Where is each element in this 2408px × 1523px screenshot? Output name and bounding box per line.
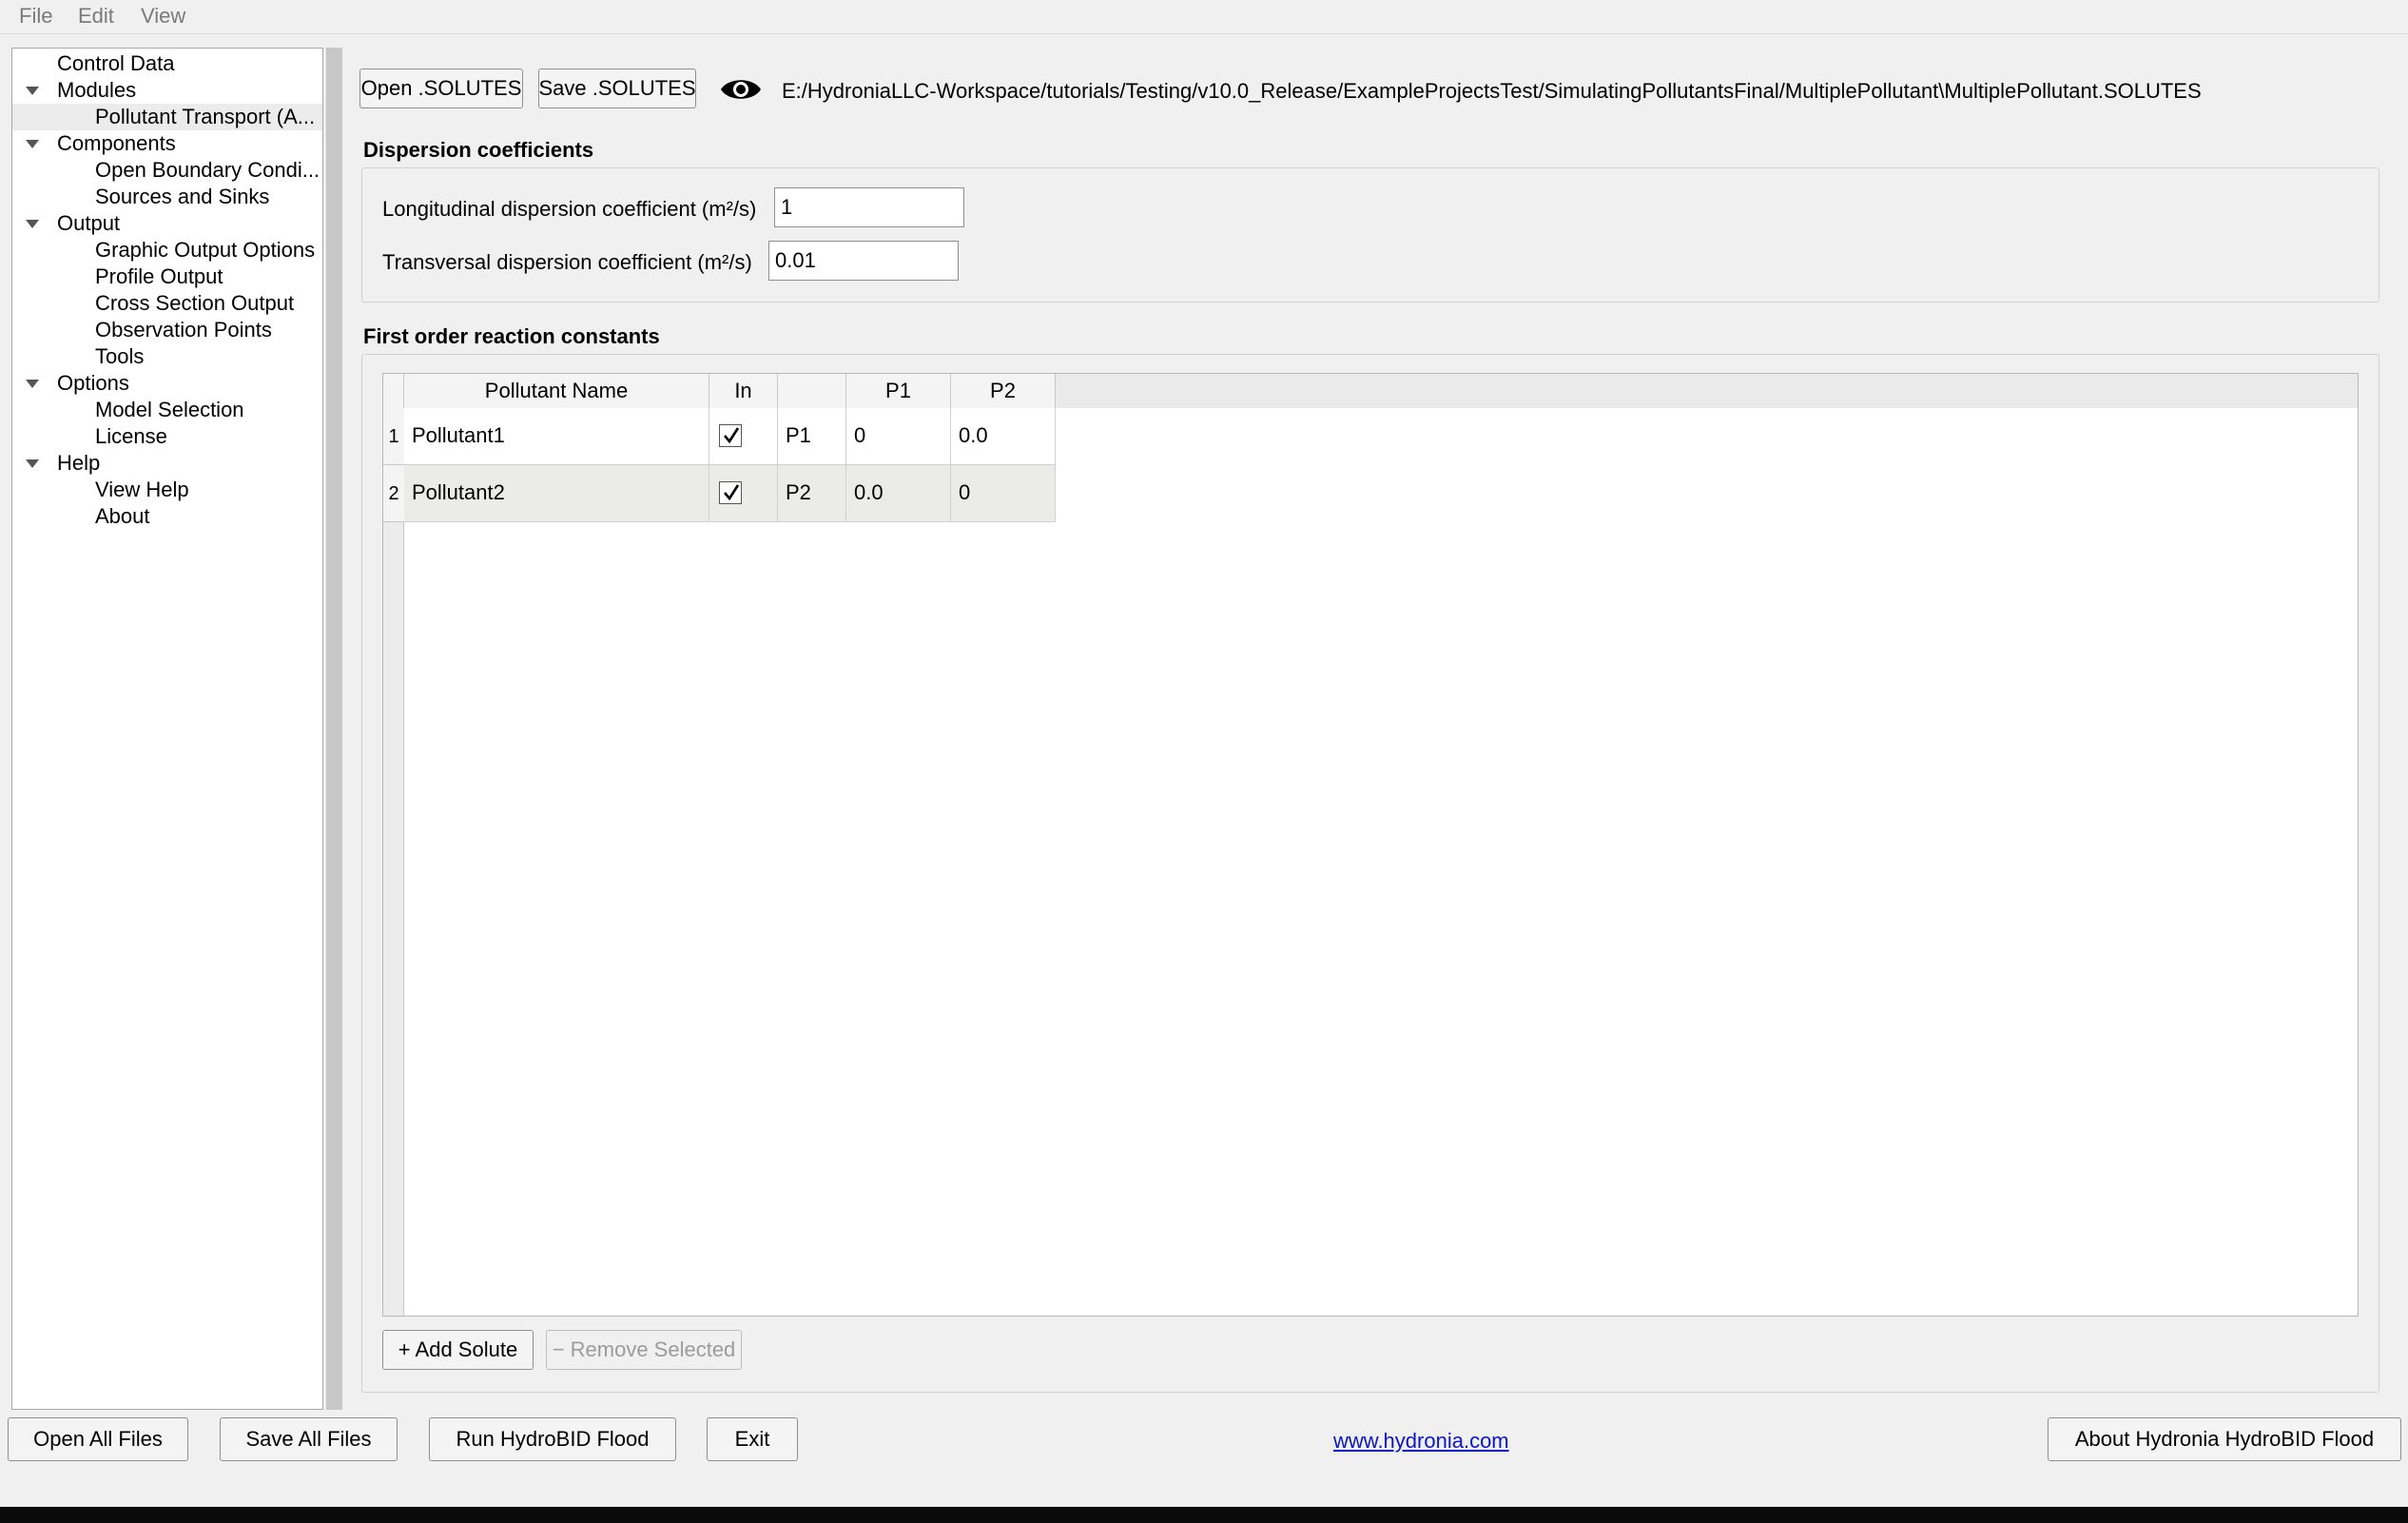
tree-item-options[interactable]: Options bbox=[12, 370, 322, 397]
tree-item-pollutant-transport[interactable]: Pollutant Transport (A... bbox=[12, 104, 322, 130]
dispersion-group: Longitudinal dispersion coefficient (m²/… bbox=[361, 167, 2379, 303]
column-header-in[interactable]: In bbox=[709, 374, 778, 408]
chevron-down-icon[interactable] bbox=[26, 140, 39, 148]
checkmark-icon bbox=[724, 484, 740, 501]
panel-splitter[interactable] bbox=[325, 48, 342, 1410]
transversal-input[interactable] bbox=[768, 241, 959, 281]
save-all-files-button[interactable]: Save All Files bbox=[220, 1417, 398, 1461]
tree-item-model-selection[interactable]: Model Selection bbox=[12, 397, 322, 423]
tree-item-profile-output[interactable]: Profile Output bbox=[12, 264, 322, 290]
chevron-down-icon[interactable] bbox=[26, 380, 39, 388]
column-header-code[interactable] bbox=[778, 374, 846, 408]
save-solutes-button[interactable]: Save .SOLUTES bbox=[538, 68, 696, 108]
tree-item-observation-points[interactable]: Observation Points bbox=[12, 317, 322, 343]
p1-cell[interactable]: 0 bbox=[846, 408, 951, 465]
longitudinal-input[interactable] bbox=[774, 187, 964, 227]
tree-item-view-help[interactable]: View Help bbox=[12, 477, 322, 503]
pollutant-name-cell[interactable]: Pollutant2 bbox=[404, 465, 709, 522]
tree-item-control-data[interactable]: Control Data bbox=[12, 50, 322, 77]
menu-file[interactable]: File bbox=[19, 4, 52, 29]
corner-header bbox=[383, 374, 404, 408]
reactions-section-title: First order reaction constants bbox=[363, 324, 660, 348]
tree-item-about[interactable]: About bbox=[12, 503, 322, 530]
chevron-down-icon[interactable] bbox=[26, 459, 39, 468]
tree-item-open-boundary[interactable]: Open Boundary Condi... bbox=[12, 157, 322, 184]
code-cell[interactable]: P2 bbox=[778, 465, 846, 522]
tree-item-components[interactable]: Components bbox=[12, 130, 322, 157]
menu-edit[interactable]: Edit bbox=[78, 4, 114, 29]
row-header-gutter bbox=[383, 408, 404, 1316]
remove-selected-button[interactable]: − Remove Selected bbox=[546, 1330, 742, 1370]
reactions-table: Pollutant Name In P1 P2 1 Pollutant1 P1 … bbox=[382, 373, 2359, 1317]
add-solute-button[interactable]: + Add Solute bbox=[382, 1330, 534, 1370]
in-checkbox[interactable] bbox=[719, 481, 742, 504]
row-number[interactable]: 2 bbox=[383, 465, 404, 522]
tree-item-tools[interactable]: Tools bbox=[12, 343, 322, 370]
about-hydrobid-flood-button[interactable]: About Hydronia HydroBID Flood bbox=[2048, 1417, 2401, 1461]
chevron-down-icon[interactable] bbox=[26, 87, 39, 95]
dispersion-section-title: Dispersion coefficients bbox=[363, 138, 594, 162]
open-all-files-button[interactable]: Open All Files bbox=[8, 1417, 188, 1461]
menu-bar: File Edit View bbox=[0, 0, 2408, 34]
tree-item-cross-section[interactable]: Cross Section Output bbox=[12, 290, 322, 317]
tree-item-graphic-output[interactable]: Graphic Output Options bbox=[12, 237, 322, 264]
p2-cell[interactable]: 0 bbox=[951, 465, 1056, 522]
checkmark-icon bbox=[724, 427, 740, 444]
open-solutes-button[interactable]: Open .SOLUTES bbox=[359, 68, 523, 108]
pollutant-name-cell[interactable]: Pollutant1 bbox=[404, 408, 709, 465]
p2-cell[interactable]: 0.0 bbox=[951, 408, 1056, 465]
in-checkbox[interactable] bbox=[719, 424, 742, 447]
longitudinal-label: Longitudinal dispersion coefficient (m²/… bbox=[382, 197, 757, 221]
column-header-p2[interactable]: P2 bbox=[951, 374, 1056, 408]
eye-icon[interactable] bbox=[719, 75, 763, 109]
column-header-pollutant-name[interactable]: Pollutant Name bbox=[404, 374, 709, 408]
in-cell[interactable] bbox=[709, 465, 778, 522]
in-cell[interactable] bbox=[709, 408, 778, 465]
row-number[interactable]: 1 bbox=[383, 408, 404, 465]
menu-view[interactable]: View bbox=[141, 4, 185, 29]
tree-item-help[interactable]: Help bbox=[12, 450, 322, 477]
navigation-tree: Control Data Modules Pollutant Transport… bbox=[11, 48, 323, 1410]
column-header-p1[interactable]: P1 bbox=[846, 374, 951, 408]
table-header: Pollutant Name In P1 P2 bbox=[383, 374, 2358, 408]
exit-button[interactable]: Exit bbox=[707, 1417, 798, 1461]
hydronia-website-link[interactable]: www.hydronia.com bbox=[1333, 1429, 1509, 1454]
tree-item-modules[interactable]: Modules bbox=[12, 77, 322, 104]
bottom-edge bbox=[0, 1507, 2408, 1523]
run-hydrobid-flood-button[interactable]: Run HydroBID Flood bbox=[429, 1417, 676, 1461]
p1-cell[interactable]: 0.0 bbox=[846, 465, 951, 522]
tree-item-output[interactable]: Output bbox=[12, 210, 322, 237]
file-path: E:/HydroniaLLC-Workspace/tutorials/Testi… bbox=[782, 79, 2202, 103]
tree-item-sources-sinks[interactable]: Sources and Sinks bbox=[12, 184, 322, 210]
tree-item-license[interactable]: License bbox=[12, 423, 322, 450]
transversal-label: Transversal dispersion coefficient (m²/s… bbox=[382, 250, 752, 274]
code-cell[interactable]: P1 bbox=[778, 408, 846, 465]
chevron-down-icon[interactable] bbox=[26, 220, 39, 228]
